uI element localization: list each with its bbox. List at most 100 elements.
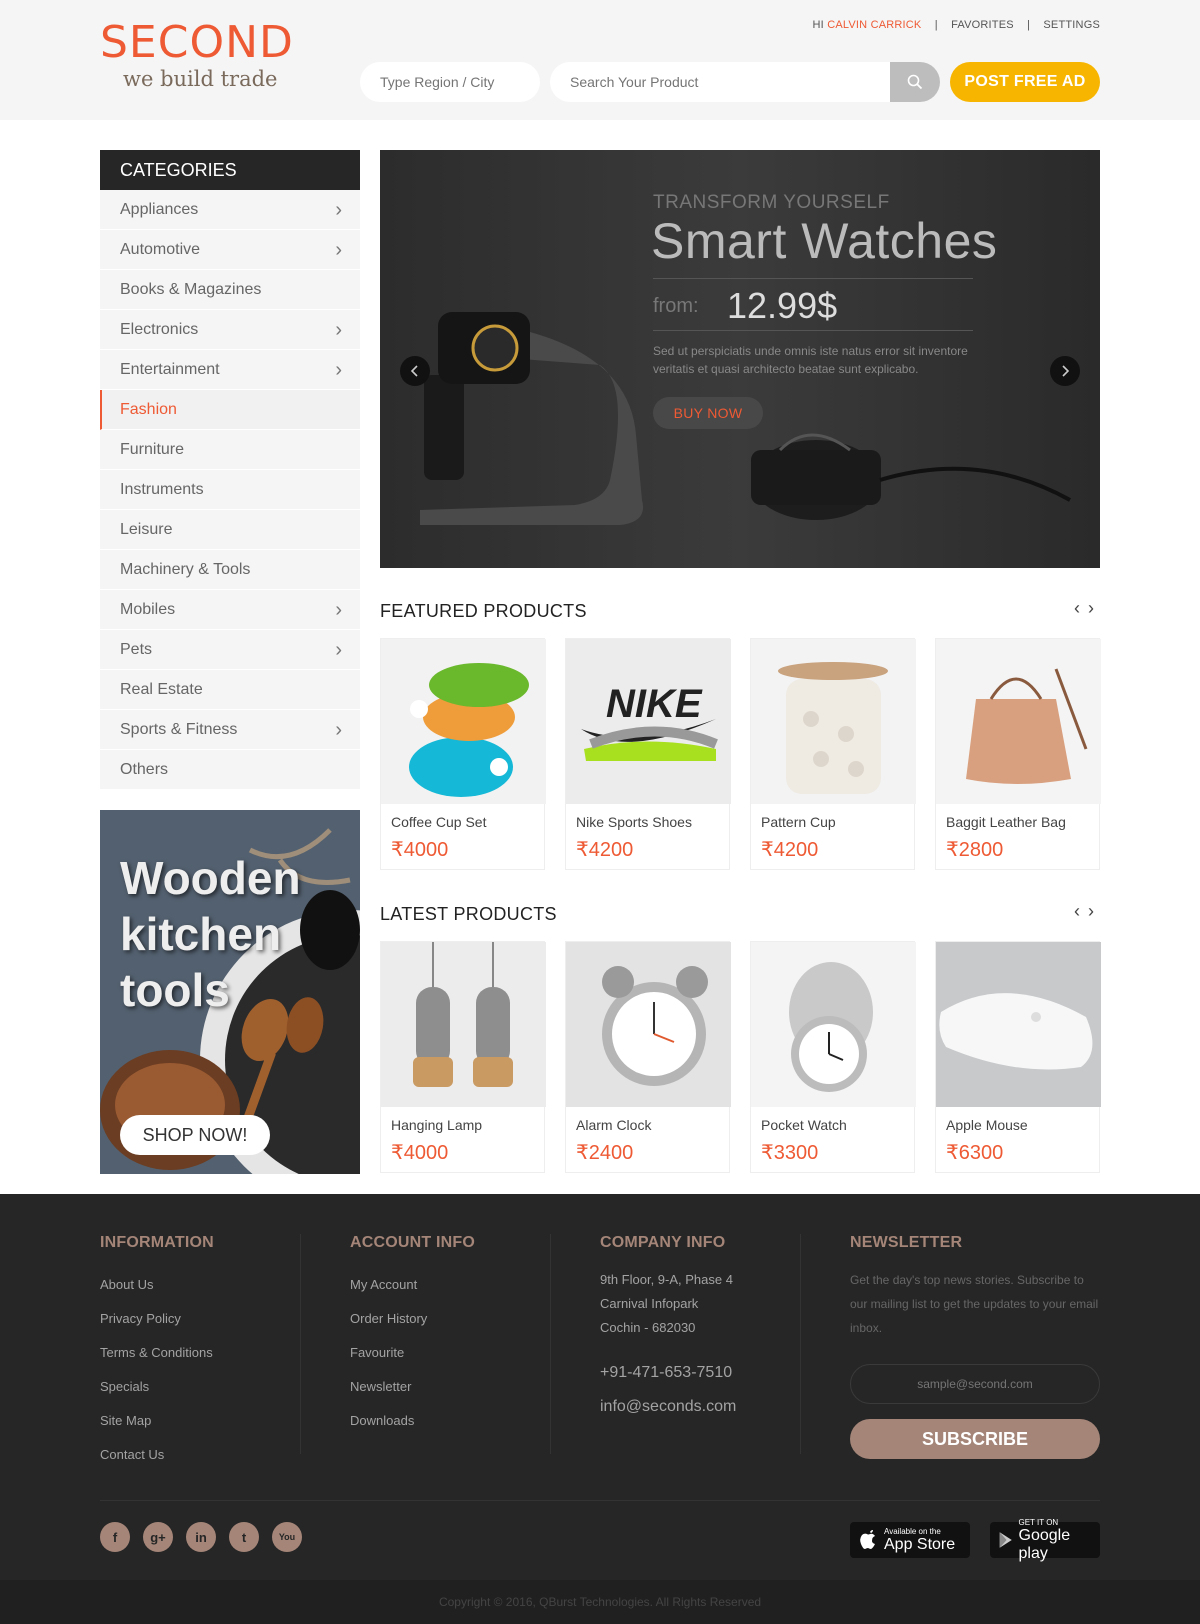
newsletter-text: Get the day's top news stories. Subscrib… bbox=[850, 1273, 1099, 1335]
product-image bbox=[936, 639, 1101, 804]
promo-banner[interactable]: Wooden kitchen tools SHOP NOW! bbox=[100, 810, 360, 1174]
hero-title: Smart Watches bbox=[651, 213, 998, 269]
product-card[interactable]: Coffee Cup Set ₹4000 bbox=[380, 638, 546, 870]
category-item[interactable]: Furniture bbox=[100, 430, 360, 470]
product-name: Apple Mouse bbox=[946, 1117, 1028, 1133]
separator: | bbox=[1027, 19, 1031, 31]
site-header: SECOND we build trade Hi CALVIN CARRICK … bbox=[0, 0, 1200, 120]
category-item[interactable]: Instruments bbox=[100, 470, 360, 510]
subscribe-button[interactable]: SUBSCRIBE bbox=[850, 1419, 1100, 1459]
category-label: Machinery & Tools bbox=[120, 561, 251, 578]
google-play-big: Google play bbox=[1018, 1526, 1071, 1562]
linkedin-icon[interactable]: in bbox=[186, 1522, 216, 1552]
google-play-button[interactable]: GET IT ON Google play bbox=[990, 1518, 1100, 1562]
brand-logo[interactable]: SECOND we build trade bbox=[100, 18, 310, 98]
category-item[interactable]: Automotive › bbox=[100, 230, 360, 270]
app-store-text: Available on the App Store bbox=[884, 1527, 955, 1554]
account-link[interactable]: Downloads bbox=[350, 1404, 550, 1438]
youtube-icon[interactable]: You bbox=[272, 1522, 302, 1552]
company-email[interactable]: info@seconds.com bbox=[600, 1390, 800, 1424]
account-link[interactable]: My Account bbox=[350, 1268, 550, 1302]
hero-prev-button[interactable] bbox=[400, 356, 430, 386]
favorites-link[interactable]: FAVORITES bbox=[951, 19, 1014, 31]
twitter-icon[interactable]: t bbox=[229, 1522, 259, 1552]
chevron-right-icon: › bbox=[335, 639, 342, 661]
user-name-link[interactable]: CALVIN CARRICK bbox=[827, 19, 921, 31]
search-button[interactable] bbox=[890, 62, 940, 102]
category-item[interactable]: Fashion bbox=[100, 390, 360, 430]
currency-symbol: ₹ bbox=[391, 1142, 404, 1164]
app-store-button[interactable]: Available on the App Store bbox=[850, 1522, 970, 1558]
chevron-right-icon: › bbox=[335, 719, 342, 741]
chevron-right-icon: › bbox=[335, 199, 342, 221]
product-card[interactable]: Pocket Watch ₹3300 bbox=[750, 941, 916, 1173]
currency-symbol: ₹ bbox=[576, 1142, 589, 1164]
company-phone[interactable]: +91-471-653-7510 bbox=[600, 1356, 800, 1390]
brand-name: SECOND bbox=[100, 17, 294, 68]
settings-link[interactable]: SETTINGS bbox=[1043, 19, 1100, 31]
category-item[interactable]: Real Estate bbox=[100, 670, 360, 710]
hero-description: Sed ut perspiciatis unde omnis iste natu… bbox=[653, 344, 968, 376]
featured-next-button[interactable]: › bbox=[1088, 598, 1102, 619]
category-item[interactable]: Leisure bbox=[100, 510, 360, 550]
category-item[interactable]: Pets › bbox=[100, 630, 360, 670]
product-card[interactable]: Alarm Clock ₹2400 bbox=[565, 941, 731, 1173]
google-play-small: GET IT ON bbox=[1018, 1517, 1059, 1527]
information-link[interactable]: Contact Us bbox=[100, 1438, 300, 1472]
information-link[interactable]: Specials bbox=[100, 1370, 300, 1404]
product-image bbox=[936, 942, 1101, 1107]
account-link[interactable]: Order History bbox=[350, 1302, 550, 1336]
category-item[interactable]: Electronics › bbox=[100, 310, 360, 350]
shop-now-button[interactable]: SHOP NOW! bbox=[120, 1115, 270, 1155]
latest-prev-button[interactable]: ‹ bbox=[1074, 901, 1088, 922]
latest-next-button[interactable]: › bbox=[1088, 901, 1102, 922]
price-value: 4200 bbox=[773, 839, 819, 861]
price-value: 2800 bbox=[958, 839, 1004, 861]
category-label: Leisure bbox=[120, 521, 173, 538]
top-links: Hi CALVIN CARRICK | FAVORITES | SETTINGS bbox=[813, 19, 1100, 31]
hero-next-button[interactable] bbox=[1050, 356, 1080, 386]
featured-prev-button[interactable]: ‹ bbox=[1074, 598, 1088, 619]
currency-symbol: ₹ bbox=[761, 1142, 774, 1164]
footer-newsletter: NEWSLETTER Get the day's top news storie… bbox=[850, 1234, 1100, 1340]
buy-now-button[interactable]: BUY NOW bbox=[653, 397, 763, 429]
category-item[interactable]: Books & Magazines bbox=[100, 270, 360, 310]
search-input[interactable] bbox=[550, 62, 890, 102]
product-card[interactable]: NIKE Nike Sports Shoes ₹4200 bbox=[565, 638, 731, 870]
region-input[interactable] bbox=[360, 62, 540, 102]
product-card[interactable]: Baggit Leather Bag ₹2800 bbox=[935, 638, 1101, 870]
information-link[interactable]: Terms & Conditions bbox=[100, 1336, 300, 1370]
app-store-small: Available on the bbox=[884, 1526, 941, 1536]
product-card[interactable]: Apple Mouse ₹6300 bbox=[935, 941, 1101, 1173]
category-item[interactable]: Entertainment › bbox=[100, 350, 360, 390]
information-link[interactable]: Site Map bbox=[100, 1404, 300, 1438]
category-label: Fashion bbox=[120, 401, 177, 418]
account-link[interactable]: Favourite bbox=[350, 1336, 550, 1370]
category-label: Furniture bbox=[120, 441, 185, 458]
category-item[interactable]: Machinery & Tools bbox=[100, 550, 360, 590]
category-item[interactable]: Mobiles › bbox=[100, 590, 360, 630]
footer-company: COMPANY INFO 9th Floor, 9-A, Phase 4 Car… bbox=[600, 1234, 800, 1424]
product-card[interactable]: Hanging Lamp ₹4000 bbox=[380, 941, 546, 1173]
price-value: 3300 bbox=[773, 1142, 819, 1164]
footer-information-title: INFORMATION bbox=[100, 1234, 214, 1251]
category-item[interactable]: Sports & Fitness › bbox=[100, 710, 360, 750]
account-link[interactable]: Newsletter bbox=[350, 1370, 550, 1404]
categories-title: CATEGORIES bbox=[100, 150, 360, 190]
google-plus-icon[interactable]: g+ bbox=[143, 1522, 173, 1552]
information-link[interactable]: About Us bbox=[100, 1268, 300, 1302]
categories-sidebar: CATEGORIES Appliances › Automotive › Books &… bbox=[100, 150, 360, 790]
product-image bbox=[381, 942, 546, 1107]
product-name: Pattern Cup bbox=[761, 814, 836, 830]
chevron-right-icon: › bbox=[335, 359, 342, 381]
category-item[interactable]: Appliances › bbox=[100, 190, 360, 230]
category-item[interactable]: Others bbox=[100, 750, 360, 790]
information-link[interactable]: Privacy Policy bbox=[100, 1302, 300, 1336]
facebook-icon[interactable]: f bbox=[100, 1522, 130, 1552]
product-image bbox=[751, 639, 916, 804]
post-free-ad-button[interactable]: POST FREE AD bbox=[950, 62, 1100, 102]
footer-information: INFORMATION About Us Privacy Policy Terms … bbox=[100, 1234, 300, 1472]
newsletter-email-input[interactable] bbox=[850, 1364, 1100, 1404]
product-card[interactable]: Pattern Cup ₹4200 bbox=[750, 638, 916, 870]
copyright: Copyright © 2016, QBurst Technologies. A… bbox=[0, 1580, 1200, 1624]
